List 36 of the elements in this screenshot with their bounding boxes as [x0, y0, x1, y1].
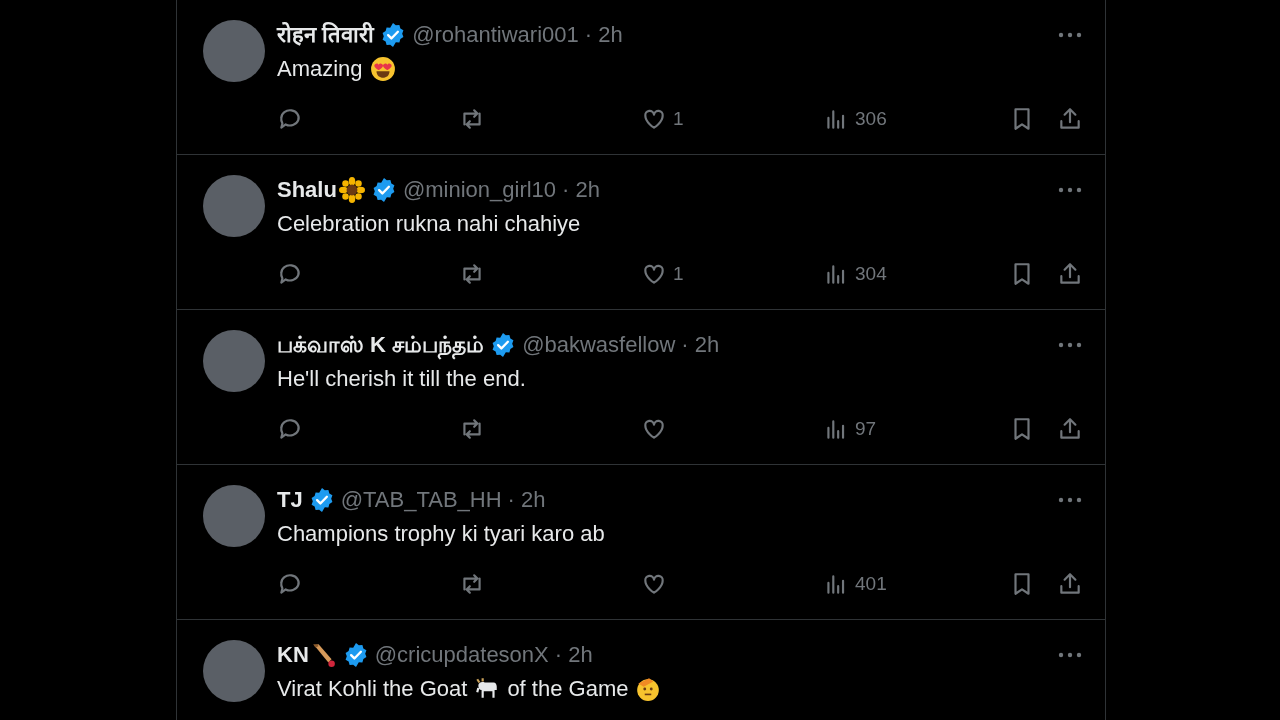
post-time[interactable]: · 2h	[681, 330, 720, 360]
reply-text: Amazing	[277, 55, 363, 83]
reply-text: Celebration rukna nahi chahiye	[277, 210, 581, 238]
post-time[interactable]: · 2h	[507, 485, 546, 515]
reply-text: of the Game	[507, 675, 629, 703]
more-options-icon[interactable]	[1057, 496, 1083, 504]
display-name[interactable]: பக்வாஸ் K சம்பந்தம்	[277, 330, 485, 360]
display-name[interactable]: Shalu	[277, 175, 337, 205]
heart-eyes-emoji-icon	[369, 56, 396, 82]
view-count: 304	[855, 262, 887, 286]
user-handle[interactable]: @cricupdatesonX	[374, 640, 549, 670]
display-name[interactable]: KN	[277, 640, 309, 670]
display-name[interactable]: रोहन तिवारी	[277, 20, 375, 50]
sunflower-emoji-icon	[338, 177, 365, 203]
user-handle[interactable]: @TAB_TAB_HH	[340, 485, 502, 515]
user-handle[interactable]: @minion_girl10	[402, 175, 557, 205]
view-count: 401	[855, 572, 887, 596]
post-time[interactable]: · 2h	[554, 640, 593, 670]
reply-text: Champions trophy ki tyari karo ab	[277, 520, 605, 548]
user-handle[interactable]: @rohantiwari001	[412, 20, 579, 50]
like-count: 1	[673, 262, 684, 286]
more-options-icon[interactable]	[1057, 31, 1083, 39]
like-count: 1	[673, 107, 684, 131]
cricket-bat-emoji-icon	[310, 642, 337, 668]
reply-text: Virat Kohli the Goat	[277, 675, 468, 703]
display-name[interactable]: TJ	[277, 485, 303, 515]
more-options-icon[interactable]	[1057, 186, 1083, 194]
more-options-icon[interactable]	[1057, 651, 1083, 659]
user-handle[interactable]: @bakwasfellow	[522, 330, 676, 360]
reply-text: He'll cherish it till the end.	[277, 365, 526, 393]
more-options-icon[interactable]	[1057, 341, 1083, 349]
view-count: 306	[855, 107, 887, 131]
post-time[interactable]: · 2h	[584, 20, 623, 50]
post-time[interactable]: · 2h	[562, 175, 600, 205]
view-count: 97	[855, 417, 877, 441]
saluting-face-emoji-icon	[635, 676, 662, 702]
